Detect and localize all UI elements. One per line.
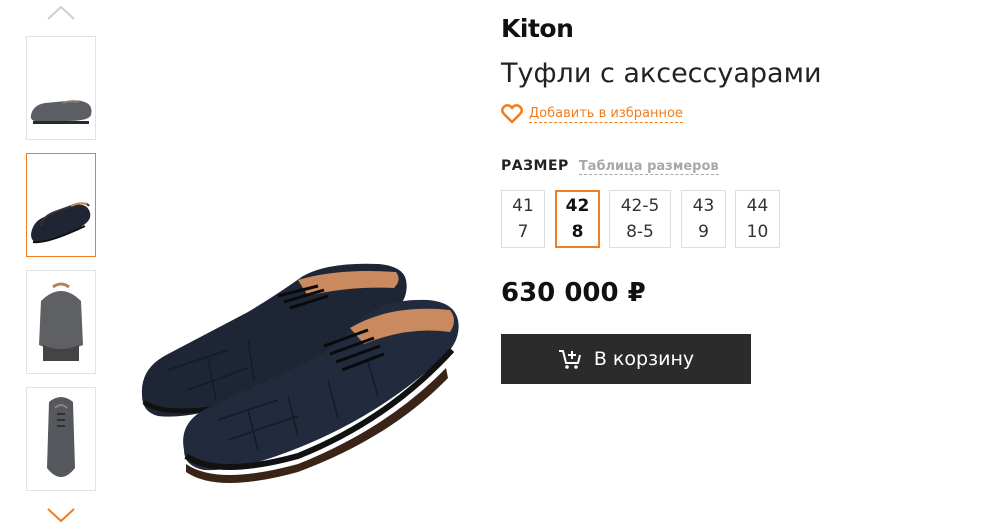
size-uk: 7 — [517, 222, 529, 242]
gallery-prev-button[interactable] — [45, 4, 77, 22]
size-table-link[interactable]: Таблица размеров — [578, 159, 719, 175]
thumbnail-side-view[interactable] — [26, 36, 96, 140]
chevron-down-icon — [47, 508, 75, 523]
thumbnail-top-view[interactable] — [26, 387, 96, 491]
cart-button-label: В корзину — [593, 348, 695, 370]
size-uk: 8-5 — [626, 222, 654, 242]
cart-add-icon — [558, 350, 581, 369]
add-to-favorites-link[interactable]: Добавить в избранное — [501, 104, 683, 124]
thumbnail-pair-view[interactable] — [26, 153, 96, 257]
size-eu: 44 — [746, 196, 769, 216]
favorites-label: Добавить в избранное — [529, 105, 683, 123]
thumbnail-back-view[interactable] — [26, 270, 96, 374]
size-eu: 42-5 — [620, 196, 660, 216]
product-main-image — [128, 250, 478, 490]
product-brand[interactable]: Kiton — [501, 14, 574, 43]
size-option-43[interactable]: 43 9 — [681, 190, 726, 248]
size-uk: 10 — [746, 222, 769, 242]
size-eu: 41 — [512, 196, 534, 216]
size-uk: 9 — [698, 222, 709, 242]
size-eu: 43 — [692, 196, 715, 216]
product-price: 630 000 ₽ — [501, 278, 646, 308]
product-title: Туфли с аксессуарами — [501, 58, 822, 89]
heart-icon — [501, 104, 523, 124]
size-eu: 42 — [565, 196, 590, 216]
thumbnail-gallery — [26, 0, 96, 531]
gallery-next-button[interactable] — [45, 506, 77, 524]
size-uk: 8 — [571, 222, 584, 242]
size-option-44[interactable]: 44 10 — [735, 190, 780, 248]
size-option-42-5[interactable]: 42-5 8-5 — [609, 190, 671, 248]
size-label: РАЗМЕР — [501, 158, 569, 174]
add-to-cart-button[interactable]: В корзину — [501, 334, 751, 384]
size-option-41[interactable]: 41 7 — [501, 190, 545, 248]
size-option-42[interactable]: 42 8 — [555, 190, 600, 248]
size-header: РАЗМЕР Таблица размеров — [501, 158, 719, 175]
chevron-up-icon — [47, 5, 75, 20]
